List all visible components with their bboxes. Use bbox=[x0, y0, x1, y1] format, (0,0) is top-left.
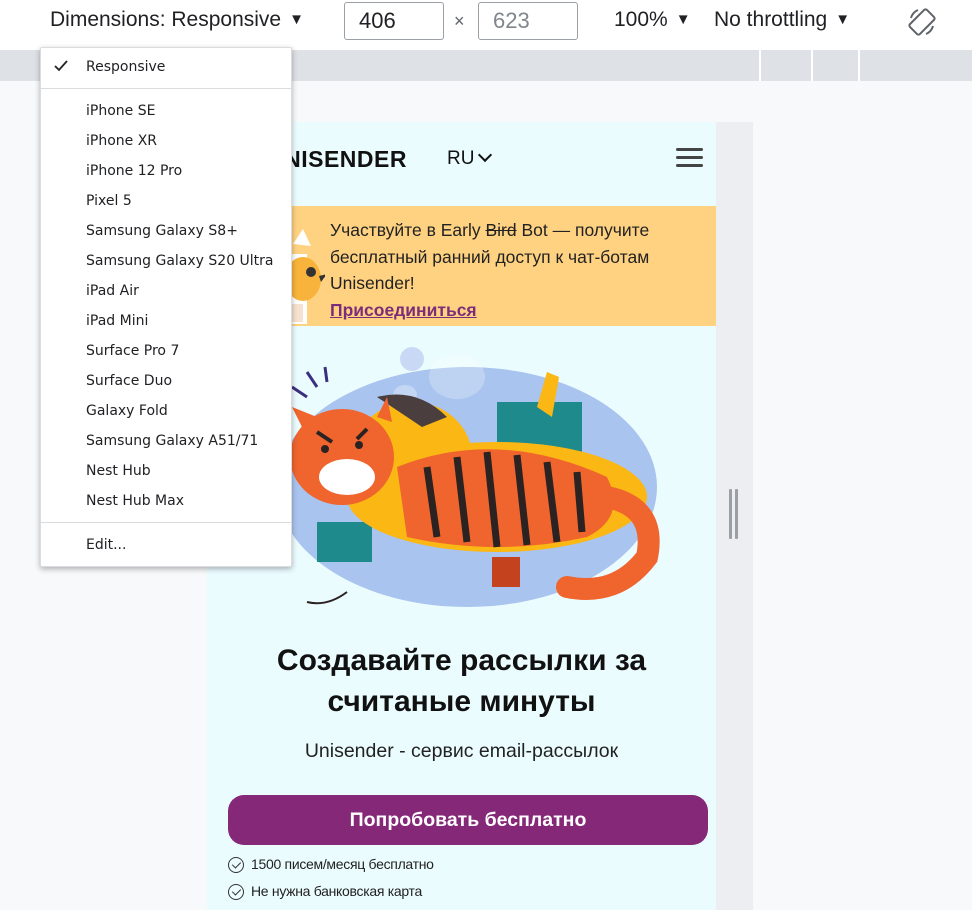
caret-down-icon: ▼ bbox=[835, 11, 851, 28]
width-input[interactable] bbox=[344, 2, 444, 40]
dimensions-label: Dimensions: Responsive bbox=[50, 8, 282, 31]
banner-text-part: Участвуйте в Early bbox=[330, 220, 486, 240]
language-label: RU bbox=[447, 148, 475, 169]
hero-subtitle: Unisender - сервис email-рассылок bbox=[304, 740, 619, 762]
height-input[interactable] bbox=[478, 2, 578, 40]
menu-item-device[interactable]: Samsung Galaxy A51/71 bbox=[86, 429, 258, 453]
caret-down-icon: ▼ bbox=[675, 11, 691, 28]
menu-separator bbox=[41, 88, 291, 89]
banner-strike-text: Bird bbox=[485, 220, 517, 240]
menu-item-device[interactable]: Nest Hub bbox=[86, 459, 151, 483]
checkmark-icon bbox=[54, 60, 68, 72]
banner-text: Участвуйте в Early Bird Bot — получите б… bbox=[330, 217, 710, 323]
feature-label: Не нужна банковская карта bbox=[251, 883, 422, 899]
menu-item-edit[interactable]: Edit... bbox=[86, 533, 126, 557]
feature-item: Не нужна банковская карта bbox=[228, 883, 422, 901]
media-query-divider bbox=[759, 50, 761, 81]
dimensions-dropdown[interactable]: Dimensions: Responsive ▼ bbox=[50, 8, 304, 32]
throttling-label: No throttling bbox=[714, 8, 828, 31]
check-circle-icon bbox=[228, 884, 244, 901]
feature-item: 1500 писем/месяц бесплатно bbox=[228, 856, 434, 874]
hamburger-menu-icon[interactable] bbox=[676, 148, 703, 168]
menu-item-device[interactable]: Nest Hub Max bbox=[86, 489, 184, 513]
menu-separator bbox=[41, 522, 291, 523]
menu-item-device[interactable]: Surface Duo bbox=[86, 369, 172, 393]
menu-item-device[interactable]: iPhone 12 Pro bbox=[86, 159, 182, 183]
chevron-down-icon bbox=[478, 147, 493, 163]
menu-item-device[interactable]: Samsung Galaxy S20 Ultra bbox=[86, 249, 274, 273]
menu-item-device[interactable]: iPad Mini bbox=[86, 309, 148, 333]
menu-item-device[interactable]: iPhone XR bbox=[86, 129, 157, 153]
menu-item-responsive[interactable]: Responsive bbox=[86, 55, 165, 79]
caret-down-icon: ▼ bbox=[289, 11, 304, 28]
resize-handle[interactable] bbox=[729, 489, 739, 539]
zoom-dropdown[interactable]: 100% ▼ bbox=[614, 8, 691, 32]
check-circle-icon bbox=[228, 857, 244, 874]
try-free-button[interactable]: Попробовать бесплатно bbox=[228, 795, 708, 845]
menu-item-device[interactable]: iPhone SE bbox=[86, 99, 155, 123]
menu-item-device[interactable]: Samsung Galaxy S8+ bbox=[86, 219, 238, 243]
menu-item-device[interactable]: Surface Pro 7 bbox=[86, 339, 179, 363]
join-link[interactable]: Присоединиться bbox=[330, 300, 477, 320]
rotate-icon[interactable] bbox=[906, 6, 938, 38]
media-query-divider bbox=[811, 50, 813, 81]
zoom-label: 100% bbox=[614, 8, 668, 31]
feature-label: 1500 писем/месяц бесплатно bbox=[251, 856, 434, 872]
throttling-dropdown[interactable]: No throttling ▼ bbox=[714, 8, 850, 32]
media-query-divider bbox=[858, 50, 860, 81]
menu-item-device[interactable]: Galaxy Fold bbox=[86, 399, 168, 423]
device-dropdown-menu: Responsive iPhone SE iPhone XR iPhone 12 P… bbox=[40, 47, 292, 567]
hero-title: Создавайте рассылки за считаные минуты bbox=[276, 644, 647, 718]
hero-illustration bbox=[277, 347, 660, 607]
times-sign: × bbox=[454, 11, 465, 31]
language-selector[interactable]: RU bbox=[447, 147, 493, 170]
menu-item-device[interactable]: iPad Air bbox=[86, 279, 139, 303]
menu-item-device[interactable]: Pixel 5 bbox=[86, 189, 132, 213]
device-toolbar: Dimensions: Responsive ▼ × 100% ▼ No throt… bbox=[0, 0, 972, 46]
